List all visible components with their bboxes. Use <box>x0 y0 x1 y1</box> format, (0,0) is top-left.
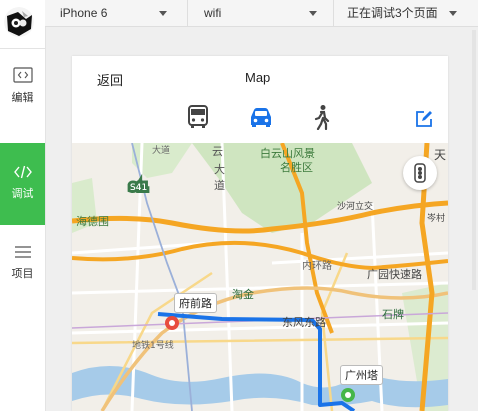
bus-icon[interactable] <box>187 104 209 130</box>
svg-text:云: 云 <box>212 145 223 158</box>
svg-text:白云山风景: 白云山风景 <box>260 146 315 160</box>
scrollbar[interactable] <box>472 30 476 290</box>
simulator-screen: 返回 Map 白云山风景 名胜区 云 大 道 沙河立交 广园快速路 天 岑村 海… <box>72 56 448 411</box>
debug-pages-select[interactable]: 正在调试3个页面 <box>347 0 438 26</box>
traffic-light-icon <box>414 163 426 183</box>
toolbar: iPhone 6 wifi 正在调试3个页面 <box>45 0 478 27</box>
svg-text:大道: 大道 <box>152 144 170 156</box>
svg-text:名胜区: 名胜区 <box>280 160 313 174</box>
sidebar-item-label: 调试 <box>11 188 34 200</box>
code-icon <box>13 165 32 179</box>
sidebar-item-label: 编辑 <box>11 92 34 104</box>
chevron-down-icon <box>309 11 317 16</box>
network-select-value: wifi <box>204 6 222 20</box>
svg-text:淘金: 淘金 <box>232 287 254 301</box>
svg-text:广园快速路: 广园快速路 <box>367 268 422 281</box>
sidebar-divider <box>0 48 45 49</box>
walk-icon[interactable] <box>312 104 332 130</box>
chevron-down-icon <box>449 11 457 16</box>
page-title: Map <box>245 70 271 85</box>
device-select[interactable]: iPhone 6 <box>60 0 107 26</box>
svg-text:大: 大 <box>214 162 225 176</box>
origin-marker-label[interactable]: 府前路 <box>174 293 217 313</box>
sidebar-item-edit[interactable]: 编辑 <box>0 67 45 127</box>
network-select[interactable]: wifi <box>204 0 221 26</box>
edit-icon[interactable] <box>415 110 433 128</box>
chevron-down-icon <box>159 11 167 16</box>
destination-marker-label[interactable]: 广州塔 <box>340 365 383 385</box>
svg-text:海德围: 海德围 <box>76 214 109 228</box>
svg-text:石牌: 石牌 <box>382 307 404 321</box>
menu-lines-icon <box>14 246 31 258</box>
sidebar-item-debug[interactable]: 调试 <box>0 143 45 225</box>
svg-text:内环路: 内环路 <box>302 259 332 272</box>
svg-text:沙河立交: 沙河立交 <box>337 200 373 212</box>
traffic-toggle-button[interactable] <box>403 156 437 190</box>
svg-text:东风东路: 东风东路 <box>282 316 326 329</box>
svg-text:岑村: 岑村 <box>427 212 445 224</box>
toolbar-divider <box>333 0 334 26</box>
back-button[interactable]: 返回 <box>97 70 123 89</box>
code-window-icon <box>12 67 33 83</box>
debug-pages-value: 正在调试3个页面 <box>347 6 438 20</box>
map-view[interactable]: 白云山风景 名胜区 云 大 道 沙河立交 广园快速路 天 岑村 海德围 淘金 东… <box>72 143 448 411</box>
svg-text:S41: S41 <box>130 183 147 193</box>
svg-text:地铁1号线: 地铁1号线 <box>132 339 174 351</box>
toolbar-divider <box>187 0 188 26</box>
sidebar-item-label: 项目 <box>11 268 34 280</box>
svg-text:道: 道 <box>214 178 225 192</box>
sidebar-item-project[interactable]: 项目 <box>0 245 45 295</box>
sidebar: 编辑 调试 项目 <box>0 0 46 411</box>
car-icon[interactable] <box>248 104 274 130</box>
device-select-value: iPhone 6 <box>60 6 108 20</box>
avatar[interactable] <box>4 7 34 37</box>
